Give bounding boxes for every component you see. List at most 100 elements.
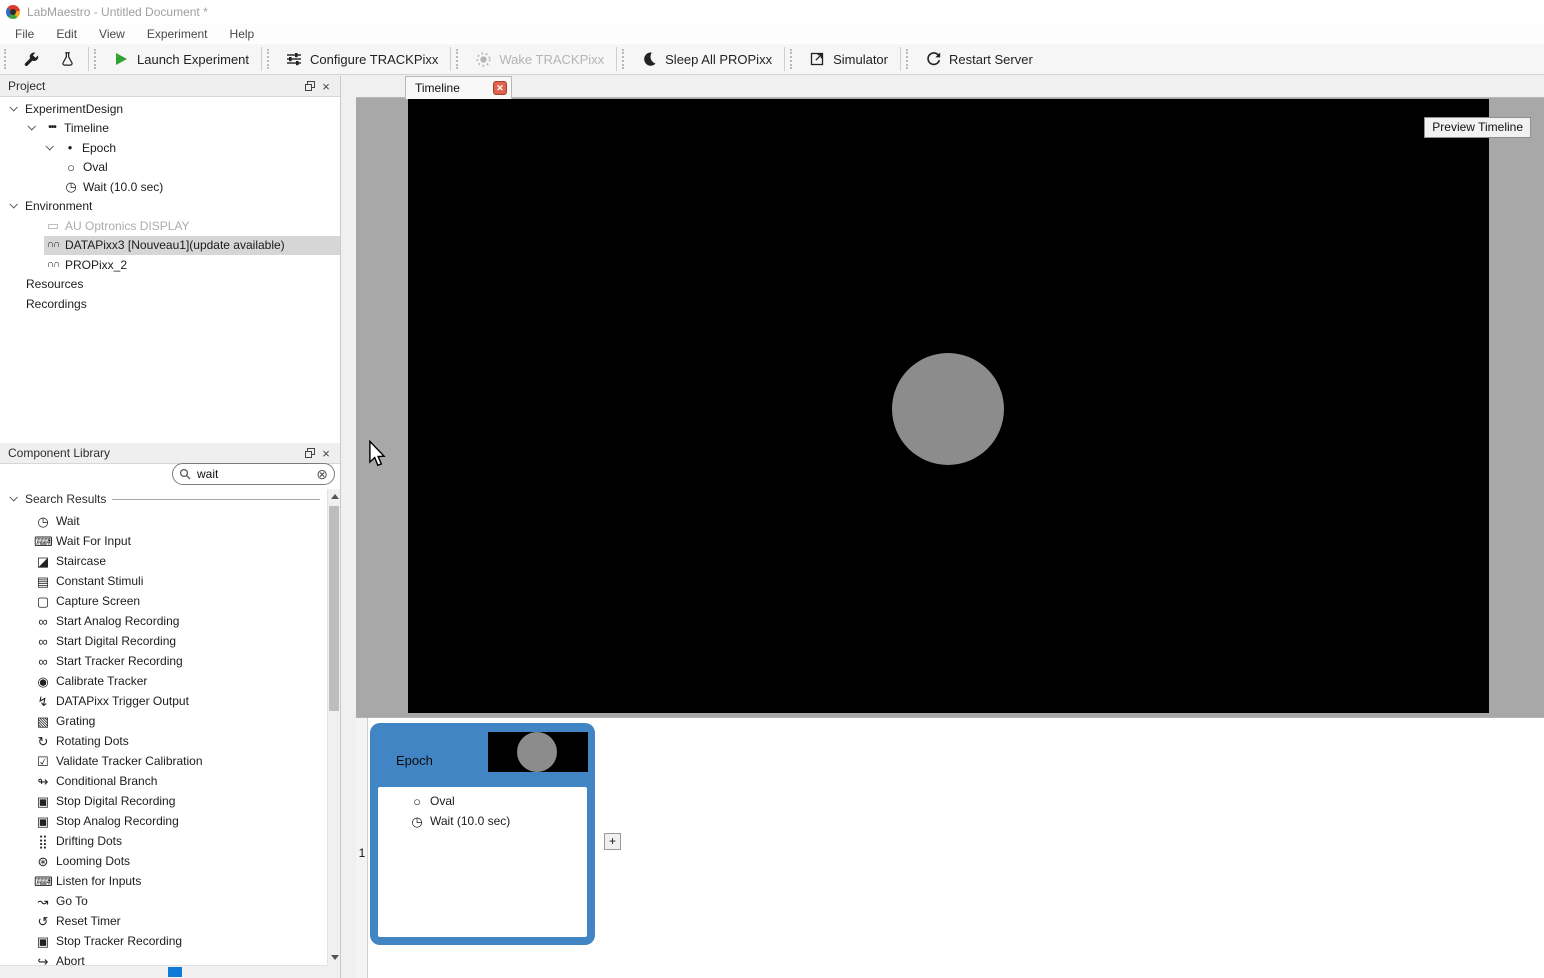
- sleep-all-propixx-button[interactable]: Sleep All PROPixx: [631, 45, 781, 73]
- tree-item-resources[interactable]: Resources: [0, 275, 340, 295]
- component-staircase[interactable]: ◪Staircase: [0, 551, 327, 571]
- component-label: Validate Tracker Calibration: [56, 754, 203, 768]
- component-start-tracker-recording[interactable]: ∞Start Tracker Recording: [0, 651, 327, 671]
- toolbar-separator: [900, 47, 901, 71]
- search-results-section-header[interactable]: Search Results: [0, 491, 324, 507]
- horizontal-scrollbar[interactable]: [0, 965, 327, 978]
- title-bar: LabMaestro - Untitled Document *: [0, 0, 1544, 24]
- tab-timeline[interactable]: Timeline ✕: [405, 76, 512, 99]
- menu-experiment[interactable]: Experiment: [136, 24, 219, 44]
- component-constant-stimuli[interactable]: ▤Constant Stimuli: [0, 571, 327, 591]
- tree-item-epoch[interactable]: •Epoch: [0, 138, 340, 158]
- bolt-icon: ↯: [34, 695, 52, 708]
- tree-item-propixx-2[interactable]: ∩∩PROPixx_2: [0, 255, 340, 275]
- launch-experiment-button[interactable]: Launch Experiment: [103, 45, 258, 73]
- vertical-scrollbar[interactable]: [327, 489, 340, 965]
- component-stop-analog-recording[interactable]: ▣Stop Analog Recording: [0, 811, 327, 831]
- menu-bar: FileEditViewExperimentHelp: [0, 24, 1544, 44]
- scrollbar-thumb[interactable]: [329, 506, 339, 711]
- wake-trackpixx-button[interactable]: Wake TRACKPixx: [465, 45, 613, 73]
- tree-item-recordings[interactable]: Recordings: [0, 294, 340, 314]
- component-rotating-dots[interactable]: ↻Rotating Dots: [0, 731, 327, 751]
- component-label: Abort: [56, 954, 85, 965]
- epoch-thumbnail: [488, 732, 588, 772]
- scroll-up-icon[interactable]: [328, 489, 341, 504]
- component-conditional-branch[interactable]: ↬Conditional Branch: [0, 771, 327, 791]
- stop-icon: ▣: [34, 935, 52, 948]
- tree-item-datapixx3-nouveau1-update-available[interactable]: ∩∩DATAPixx3 [Nouveau1](update available): [0, 236, 340, 256]
- menu-help[interactable]: Help: [219, 24, 266, 44]
- toolbar-drag-handle[interactable]: [4, 49, 9, 69]
- tree-item-label: Timeline: [64, 121, 109, 135]
- simulator-button[interactable]: Simulator: [799, 45, 897, 73]
- component-reset-timer[interactable]: ↺Reset Timer: [0, 911, 327, 931]
- scrollbar-corner: [327, 965, 340, 978]
- epoch-block[interactable]: Epoch ○Oval◷Wait (10.0 sec): [370, 723, 595, 945]
- toolbar-drag-handle[interactable]: [456, 49, 461, 69]
- tools-button[interactable]: [13, 45, 49, 73]
- configure-trackpixx-button[interactable]: Configure TRACKPixx: [276, 45, 447, 73]
- tree-item-environment[interactable]: Environment: [0, 197, 340, 217]
- component-label: Grating: [56, 714, 95, 728]
- component-calibrate-tracker[interactable]: ◉Calibrate Tracker: [0, 671, 327, 691]
- menu-edit[interactable]: Edit: [45, 24, 88, 44]
- tree-item-wait-10-0-sec[interactable]: ◷Wait (10.0 sec): [0, 177, 340, 197]
- chevron-down-icon[interactable]: [27, 122, 35, 130]
- component-go-to[interactable]: ↝Go To: [0, 891, 327, 911]
- toolbar-drag-handle[interactable]: [267, 49, 272, 69]
- tree-item-label: DATAPixx3 [Nouveau1](update available): [65, 238, 285, 252]
- toolbar-drag-handle[interactable]: [622, 49, 627, 69]
- dots-icon: •••: [43, 123, 61, 133]
- restart-server-button[interactable]: Restart Server: [915, 45, 1042, 73]
- epoch-item-oval[interactable]: ○Oval: [378, 791, 587, 811]
- component-abort[interactable]: ↪Abort: [0, 951, 327, 965]
- component-wait[interactable]: ◷Wait: [0, 511, 327, 531]
- stimulus-preview-area: Preview Timeline: [356, 98, 1544, 717]
- epoch-item-wait-10-0-sec[interactable]: ◷Wait (10.0 sec): [378, 811, 587, 831]
- tree-item-label: Resources: [26, 277, 83, 291]
- scrollbar-thumb[interactable]: [168, 967, 182, 977]
- chevron-down-icon[interactable]: [45, 142, 53, 150]
- toolbar-drag-handle[interactable]: [906, 49, 911, 69]
- component-start-analog-recording[interactable]: ∞Start Analog Recording: [0, 611, 327, 631]
- tree-item-oval[interactable]: ○Oval: [0, 158, 340, 178]
- component-stop-digital-recording[interactable]: ▣Stop Digital Recording: [0, 791, 327, 811]
- preview-timeline-button[interactable]: Preview Timeline: [1424, 117, 1531, 138]
- component-drifting-dots[interactable]: ⣿Drifting Dots: [0, 831, 327, 851]
- restart-icon: [924, 50, 942, 68]
- component-grating[interactable]: ▧Grating: [0, 711, 327, 731]
- scroll-down-icon[interactable]: [328, 950, 341, 965]
- tree-item-au-optronics-display[interactable]: ▭AU Optronics DISPLAY: [0, 216, 340, 236]
- chevron-down-icon[interactable]: [9, 103, 17, 111]
- component-start-digital-recording[interactable]: ∞Start Digital Recording: [0, 631, 327, 651]
- component-validate-tracker-calibration[interactable]: ☑Validate Tracker Calibration: [0, 751, 327, 771]
- toolbar-drag-handle[interactable]: [94, 49, 99, 69]
- component-stop-tracker-recording[interactable]: ▣Stop Tracker Recording: [0, 931, 327, 951]
- search-input[interactable]: [197, 467, 316, 481]
- component-capture-screen[interactable]: ▢Capture Screen: [0, 591, 327, 611]
- experiment-lab-button[interactable]: [49, 45, 85, 73]
- add-epoch-button[interactable]: +: [604, 833, 621, 850]
- menu-view[interactable]: View: [88, 24, 136, 44]
- close-panel-icon[interactable]: ×: [318, 78, 334, 94]
- float-panel-icon[interactable]: [302, 78, 318, 94]
- component-datapixx-trigger-output[interactable]: ↯DATAPixx Trigger Output: [0, 691, 327, 711]
- tree-item-label: ExperimentDesign: [25, 102, 123, 116]
- tree-item-label: AU Optronics DISPLAY: [65, 219, 190, 233]
- component-wait-for-input[interactable]: ⌨Wait For Input: [0, 531, 327, 551]
- clear-search-icon[interactable]: ⊗: [316, 467, 328, 481]
- tree-item-experimentdesign[interactable]: ExperimentDesign: [0, 99, 340, 119]
- component-label: Looming Dots: [56, 854, 130, 868]
- tree-item-timeline[interactable]: •••Timeline: [0, 119, 340, 139]
- component-listen-for-inputs[interactable]: ⌨Listen for Inputs: [0, 871, 327, 891]
- chevron-down-icon[interactable]: [9, 200, 17, 208]
- device-icon: ∩∩: [44, 240, 62, 250]
- epoch-title: Epoch: [396, 753, 433, 768]
- close-panel-icon[interactable]: ×: [318, 445, 334, 461]
- menu-file[interactable]: File: [4, 24, 45, 44]
- component-looming-dots[interactable]: ⊛Looming Dots: [0, 851, 327, 871]
- toolbar-drag-handle[interactable]: [790, 49, 795, 69]
- monitor-icon: ▭: [44, 219, 62, 232]
- float-panel-icon[interactable]: [302, 445, 318, 461]
- close-tab-icon[interactable]: ✕: [493, 81, 507, 95]
